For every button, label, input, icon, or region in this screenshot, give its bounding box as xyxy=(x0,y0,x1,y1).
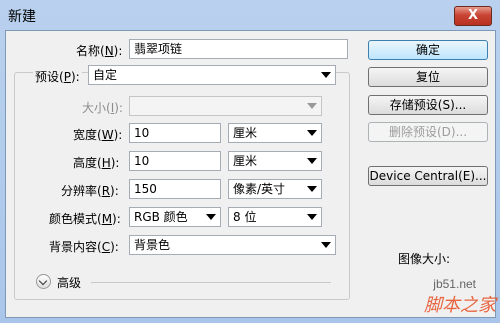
chevron-down-icon xyxy=(307,214,317,220)
preset-value: 自定 xyxy=(93,68,118,82)
dialog-title: 新建 xyxy=(8,9,36,25)
close-icon: X xyxy=(467,8,479,23)
delete-preset-button: 删除预设(D)... xyxy=(368,122,488,142)
color-mode-label: 颜色模式(M): xyxy=(49,212,121,226)
image-size-label: 图像大小: xyxy=(398,252,451,266)
resolution-label: 分辨率(R): xyxy=(61,184,119,198)
chevron-down-icon xyxy=(321,72,331,78)
chevron-down-icon xyxy=(307,130,317,136)
resolution-field[interactable]: 150 xyxy=(129,179,221,199)
advanced-divider xyxy=(91,282,331,283)
bit-depth-select[interactable]: 8 位 xyxy=(228,207,322,227)
color-mode-select[interactable]: RGB 颜色 xyxy=(129,207,221,227)
advanced-toggle[interactable] xyxy=(36,274,51,289)
new-document-dialog: 新建 X 名称(N): 翡翠项链 预设(P): 自定 大小(I): 宽度(W):… xyxy=(0,0,500,323)
title-bar[interactable]: 新建 X xyxy=(0,0,500,30)
watermark: jb51.net 脚本之家 xyxy=(424,277,496,315)
resolution-unit-select[interactable]: 像素/英寸 xyxy=(228,179,322,199)
height-unit-select[interactable]: 厘米 xyxy=(228,151,322,171)
background-label: 背景内容(C): xyxy=(49,240,119,254)
reset-button[interactable]: 复位 xyxy=(368,67,488,87)
size-select xyxy=(129,96,322,116)
background-select[interactable]: 背景色 xyxy=(129,235,336,255)
chevron-down-icon xyxy=(307,186,317,192)
chevron-down-icon xyxy=(307,158,317,164)
save-preset-button[interactable]: 存储预设(S)... xyxy=(368,95,488,115)
advanced-label: 高级 xyxy=(57,276,82,290)
name-label: 名称(N): xyxy=(76,44,123,58)
size-label: 大小(I): xyxy=(82,101,123,115)
height-field[interactable]: 10 xyxy=(129,151,221,171)
device-central-button[interactable]: Device Central(E)... xyxy=(368,166,488,186)
name-field[interactable]: 翡翠项链 xyxy=(129,39,348,59)
dialog-body: 名称(N): 翡翠项链 预设(P): 自定 大小(I): 宽度(W): 10 厘… xyxy=(5,30,496,318)
width-label: 宽度(W): xyxy=(73,128,123,142)
ok-button[interactable]: 确定 xyxy=(368,40,488,60)
chevron-down-icon xyxy=(206,214,216,220)
width-unit-select[interactable]: 厘米 xyxy=(228,123,322,143)
chevron-down-icon xyxy=(321,242,331,248)
chevron-down-icon xyxy=(307,103,317,109)
preset-label: 预设(P): xyxy=(33,68,82,85)
height-label: 高度(H): xyxy=(73,156,120,170)
close-button[interactable]: X xyxy=(454,6,492,26)
width-field[interactable]: 10 xyxy=(129,123,221,143)
preset-select[interactable]: 自定 xyxy=(88,65,336,85)
